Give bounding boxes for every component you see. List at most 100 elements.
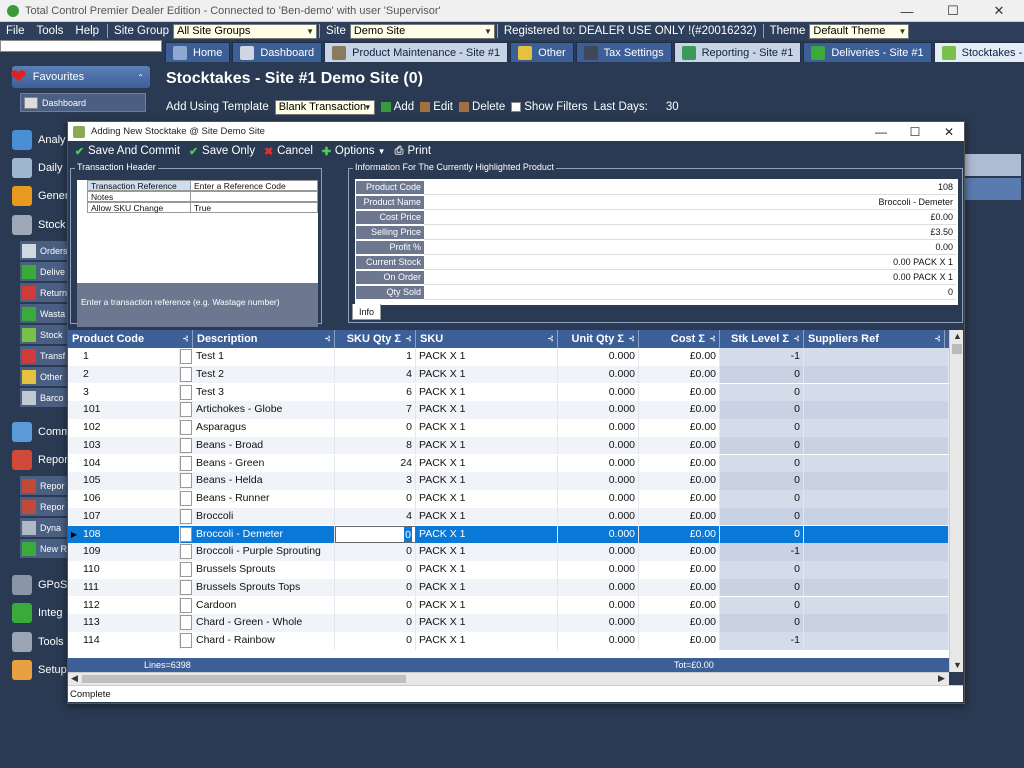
table-row[interactable]: 102 Asparagus 0 PACK X 1 0.000 £0.00 0: [68, 419, 949, 437]
table-row[interactable]: 2 Test 2 4 PACK X 1 0.000 £0.00 0: [68, 365, 949, 384]
minimize-icon[interactable]: —: [884, 0, 930, 22]
theme-select[interactable]: Default Theme ▼: [809, 23, 910, 39]
table-row[interactable]: 101 Artichokes - Globe 7 PACK X 1 0.000 £0.00…: [68, 401, 949, 419]
cell-sku-qty[interactable]: 0: [335, 578, 416, 597]
save-only-button[interactable]: ✔ Save Only: [188, 145, 255, 158]
product-lookup-button[interactable]: [180, 402, 192, 418]
sidebar-group-communications[interactable]: Comm: [12, 421, 72, 443]
sidebar-group-reports[interactable]: Repor: [12, 449, 72, 471]
scroll-right-icon[interactable]: ▶: [938, 673, 945, 684]
cell-sku-qty[interactable]: 0: [335, 614, 416, 632]
cell-sku-qty[interactable]: 3: [335, 472, 416, 490]
scroll-up-icon[interactable]: ▲: [953, 331, 962, 341]
table-row[interactable]: 3 Test 3 6 PACK X 1 0.000 £0.00 0: [68, 383, 949, 402]
cell-sku-qty[interactable]: 0: [335, 490, 416, 508]
site-select[interactable]: Demo Site ▼: [349, 23, 495, 39]
scroll-left-icon[interactable]: ◀: [71, 673, 78, 684]
table-row[interactable]: ▶ 108 Broccoli - Demeter 0 PACK X 1 0.000 £0.0…: [68, 525, 949, 544]
grid-horizontal-scrollbar[interactable]: ◀ ▶: [68, 672, 949, 685]
edit-button[interactable]: Edit: [420, 101, 453, 113]
sidebar-item-new-report[interactable]: New R: [20, 539, 68, 558]
product-lookup-button[interactable]: [180, 420, 192, 435]
pin-icon[interactable]: ⊰: [405, 330, 412, 348]
table-row[interactable]: 114 Chard - Rainbow 0 PACK X 1 0.000 £0.00 -1: [68, 632, 949, 650]
dialog-minimize-icon[interactable]: —: [864, 122, 898, 141]
table-row[interactable]: 105 Beans - Helda 3 PACK X 1 0.000 £0.00 0: [68, 472, 949, 490]
product-lookup-button[interactable]: [180, 615, 192, 631]
cell-sku-qty[interactable]: 8: [335, 436, 416, 455]
sidebar-group-general[interactable]: Gener: [12, 185, 72, 207]
sidebar-favourites-header[interactable]: ❤ Favourites ⌃: [10, 66, 150, 88]
tab-tax-settings[interactable]: Tax Settings: [575, 42, 672, 62]
tab-other[interactable]: Other: [510, 42, 574, 62]
sidebar-item-wastage[interactable]: Wasta: [20, 304, 68, 323]
cell-sku-qty[interactable]: 6: [335, 383, 416, 402]
transaction-reference-row[interactable]: Transaction Reference Enter a Reference C…: [87, 180, 318, 191]
table-row[interactable]: 113 Chard - Green - Whole 0 PACK X 1 0.000 £0…: [68, 614, 949, 632]
sidebar-group-setup[interactable]: Setup: [12, 659, 72, 681]
notes-row[interactable]: Notes: [87, 191, 318, 202]
sidebar-item-transfers[interactable]: Transf: [20, 346, 68, 365]
table-row[interactable]: 111 Brussels Sprouts Tops 0 PACK X 1 0.000 £0…: [68, 578, 949, 597]
scroll-thumb[interactable]: [82, 675, 406, 683]
tab-home[interactable]: Home: [165, 42, 231, 62]
last-days-input[interactable]: 30: [666, 101, 679, 113]
sidebar-search-input[interactable]: [0, 40, 162, 52]
cell-sku-qty[interactable]: 0: [335, 596, 416, 615]
show-filters-toggle[interactable]: Show Filters: [511, 101, 588, 113]
property-value[interactable]: Enter a Reference Code: [190, 180, 318, 191]
sidebar-group-gpos[interactable]: GPoS: [12, 574, 72, 596]
tab-stocktakes[interactable]: Stocktakes - Site #1: [933, 42, 1024, 62]
column-header-description[interactable]: Description ⊰: [193, 330, 335, 348]
table-row[interactable]: 112 Cardoon 0 PACK X 1 0.000 £0.00 0: [68, 596, 949, 615]
product-lookup-button[interactable]: [180, 562, 192, 577]
column-header-sku[interactable]: SKU ⊰: [416, 330, 558, 348]
cancel-button[interactable]: ✖ Cancel: [263, 145, 313, 158]
product-lookup-button[interactable]: [180, 633, 192, 648]
menu-help[interactable]: Help: [69, 25, 105, 37]
scroll-down-icon[interactable]: ▼: [953, 660, 962, 670]
menu-tools[interactable]: Tools: [31, 25, 70, 37]
tab-info[interactable]: Info: [352, 304, 381, 320]
cell-sku-qty[interactable]: 4: [335, 365, 416, 384]
maximize-icon[interactable]: ☐: [930, 0, 976, 22]
column-header-cost[interactable]: Cost Σ ⊰: [639, 330, 720, 348]
product-lookup-button[interactable]: [180, 579, 192, 595]
sidebar-item-returns[interactable]: Return: [20, 283, 68, 302]
table-row[interactable]: 110 Brussels Sprouts 0 PACK X 1 0.000 £0.00 0: [68, 561, 949, 579]
column-header-stk-level[interactable]: Stk Level Σ ⊰: [720, 330, 804, 348]
table-row[interactable]: 106 Beans - Runner 0 PACK X 1 0.000 £0.00 0: [68, 490, 949, 508]
pin-icon[interactable]: ⊰: [793, 330, 800, 348]
product-lookup-button[interactable]: [180, 544, 192, 560]
sidebar-group-tools[interactable]: Tools: [12, 631, 72, 653]
table-row[interactable]: 107 Broccoli 4 PACK X 1 0.000 £0.00 0: [68, 507, 949, 526]
collapse-icon[interactable]: ⌃: [137, 73, 144, 82]
cell-sku-qty[interactable]: 0: [335, 525, 416, 544]
grid-vertical-scrollbar[interactable]: ▲ ▼: [949, 330, 963, 672]
pin-icon[interactable]: ⊰: [934, 330, 941, 348]
sidebar-group-integration[interactable]: Integ: [12, 602, 72, 624]
sidebar-item-other[interactable]: Other: [20, 367, 68, 386]
site-group-select[interactable]: All Site Groups ▼: [173, 23, 318, 39]
tab-reporting[interactable]: Reporting - Site #1: [673, 42, 802, 62]
cell-sku-qty[interactable]: 4: [335, 507, 416, 526]
pin-icon[interactable]: ⊰: [547, 330, 554, 348]
sidebar-item-orders[interactable]: Orders: [20, 241, 68, 260]
save-and-commit-button[interactable]: ✔ Save And Commit: [74, 145, 180, 158]
cell-sku-qty[interactable]: 1: [335, 348, 416, 366]
cell-sku-qty[interactable]: 0: [335, 419, 416, 437]
sidebar-group-daily[interactable]: Daily: [12, 157, 72, 179]
scroll-thumb[interactable]: [952, 344, 962, 354]
tab-dashboard[interactable]: Dashboard: [232, 42, 323, 62]
sidebar-item-barcodes[interactable]: Barco: [20, 388, 68, 407]
sidebar-item-dynamic-reports[interactable]: Dyna: [20, 518, 68, 537]
pin-icon[interactable]: ⊰: [628, 330, 635, 348]
sidebar-item-report-1[interactable]: Repor: [20, 476, 68, 495]
property-value[interactable]: [190, 191, 318, 202]
cell-sku-qty[interactable]: 24: [335, 454, 416, 473]
pin-icon[interactable]: ⊰: [324, 330, 331, 348]
tab-product-maintenance[interactable]: Product Maintenance - Site #1: [324, 42, 509, 62]
table-row[interactable]: 1 Test 1 1 PACK X 1 0.000 £0.00 -1: [68, 348, 949, 366]
template-select[interactable]: Blank Transaction ▼: [274, 99, 375, 115]
product-lookup-button[interactable]: [180, 526, 192, 542]
